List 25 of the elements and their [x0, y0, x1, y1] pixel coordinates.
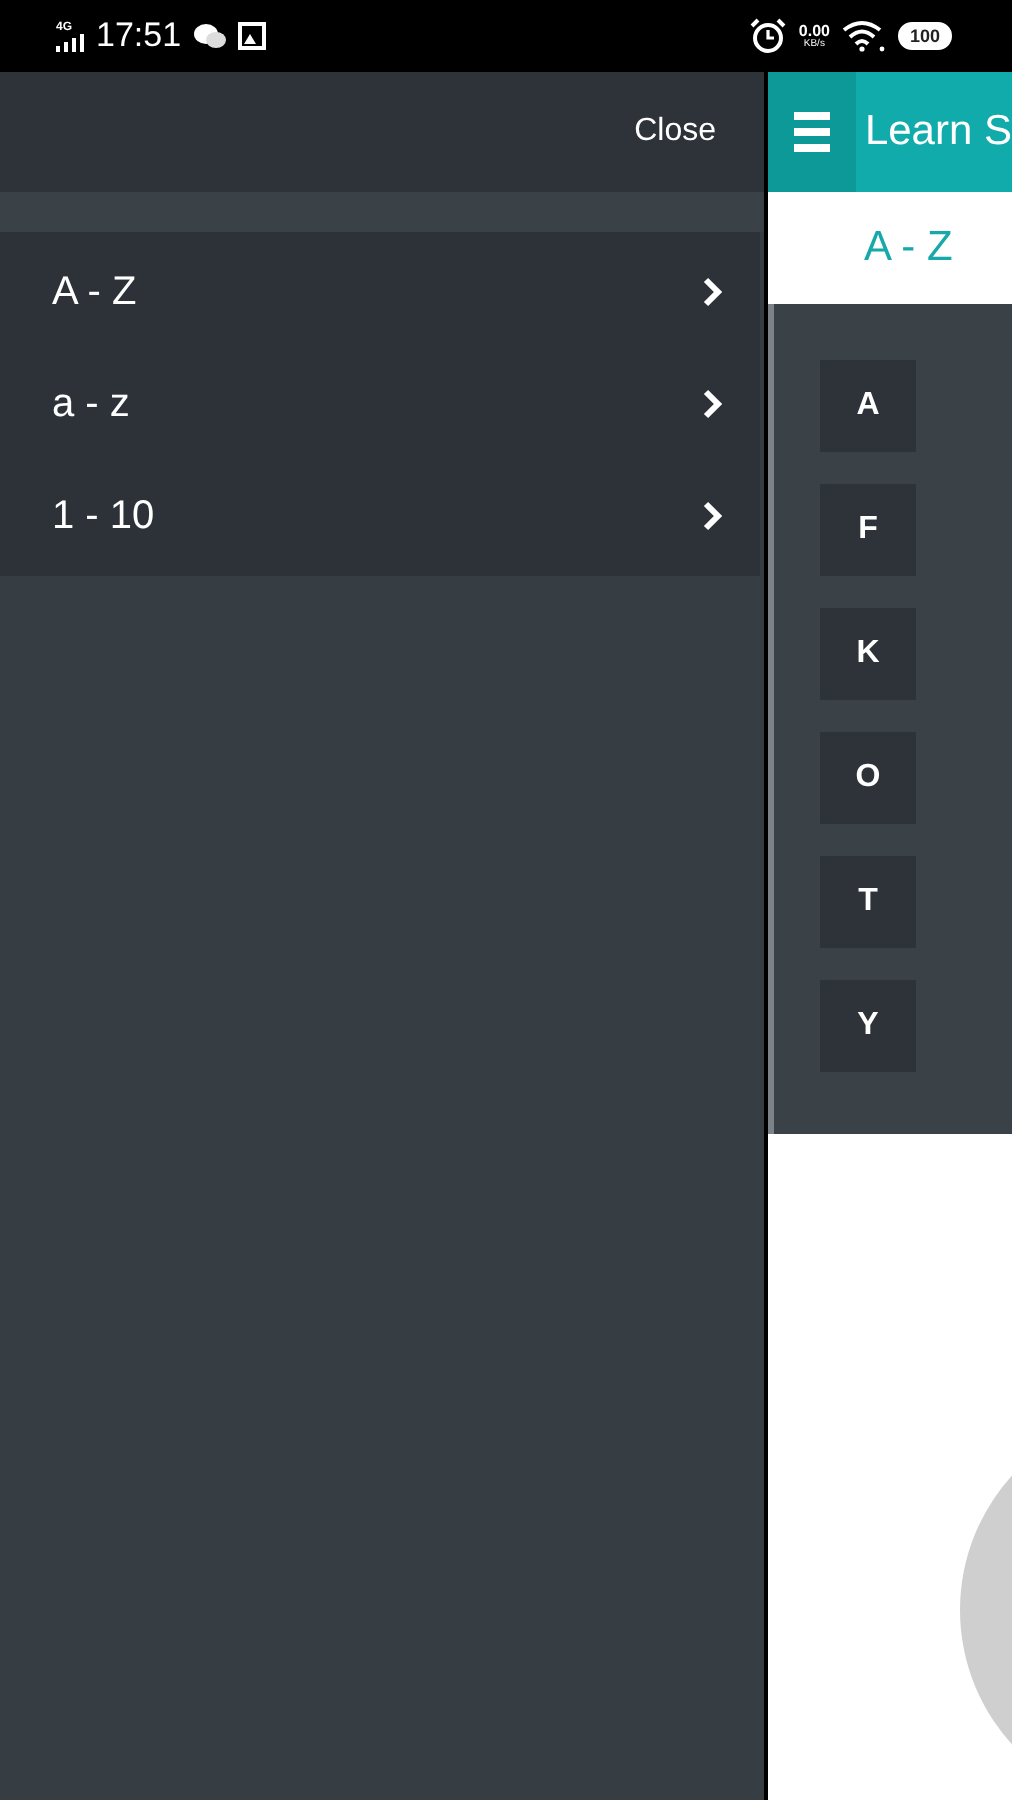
letter-button[interactable]: Y [820, 980, 916, 1072]
menu-button[interactable] [768, 72, 857, 192]
letter-button[interactable]: T [820, 856, 916, 948]
speed-value: 0.00 [798, 23, 830, 39]
battery-level: 100 [897, 22, 952, 50]
menu-icon [794, 110, 831, 154]
app-title: Learn S [864, 108, 1012, 156]
clock-time: 17:51 [96, 16, 182, 56]
chevron-icon [702, 500, 724, 532]
alarm-icon [750, 18, 787, 54]
section-title: A - Z [864, 224, 953, 272]
signal-icon [56, 33, 84, 51]
letter-button[interactable]: A [820, 360, 916, 452]
chat-icon [193, 22, 226, 50]
letter-button[interactable]: K [820, 608, 916, 700]
close-button[interactable]: Close [630, 110, 720, 154]
image-icon [237, 22, 266, 50]
menu-item[interactable]: 1 - 10 [0, 460, 760, 572]
menu-item[interactable]: a - z [0, 348, 760, 460]
wifi-icon [841, 20, 886, 52]
letter-button[interactable]: F [820, 484, 916, 576]
chevron-icon [702, 276, 724, 308]
chevron-icon [702, 388, 724, 420]
menu-item[interactable]: A - Z [0, 236, 760, 348]
letter-button[interactable]: O [820, 732, 916, 824]
